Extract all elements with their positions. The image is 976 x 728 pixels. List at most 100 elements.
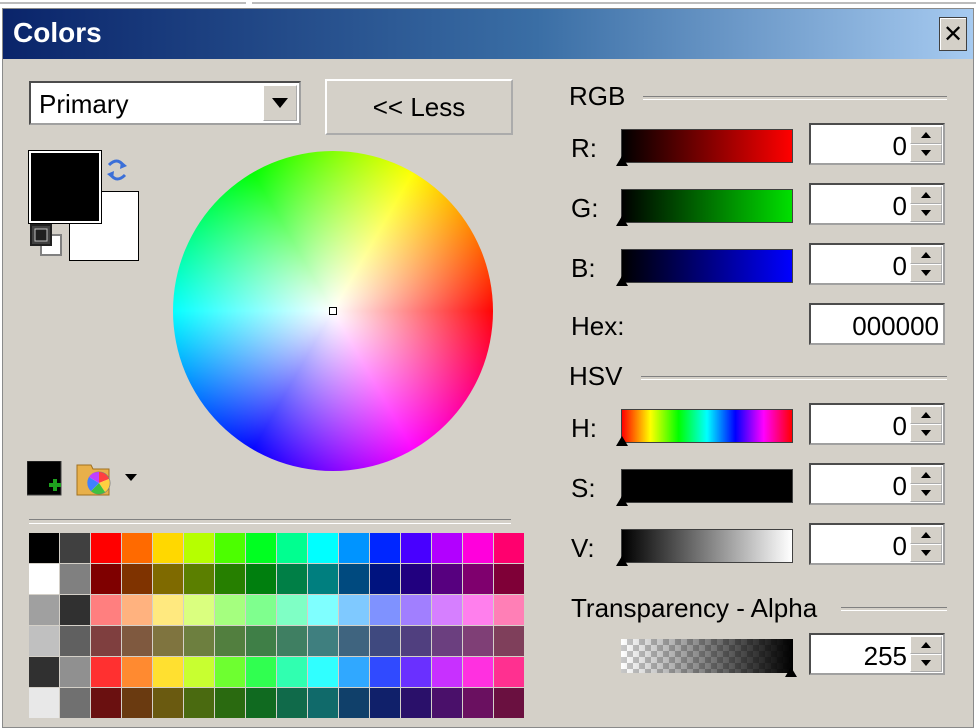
palette-swatch[interactable]	[60, 564, 90, 594]
palette-swatch[interactable]	[91, 688, 121, 718]
g-up-arrow-icon[interactable]	[910, 186, 942, 204]
palette-swatch[interactable]	[91, 533, 121, 563]
hex-input[interactable]: 000000	[809, 303, 945, 345]
palette-swatch[interactable]	[339, 595, 369, 625]
palette-swatch[interactable]	[494, 533, 524, 563]
palette-swatch[interactable]	[60, 688, 90, 718]
palette-swatch[interactable]	[122, 657, 152, 687]
palette-swatch[interactable]	[463, 533, 493, 563]
palette-swatch[interactable]	[29, 626, 59, 656]
color-wheel-marker[interactable]	[329, 307, 337, 315]
title-bar[interactable]: Colors ✕	[3, 9, 973, 59]
less-button[interactable]: << Less	[325, 79, 513, 135]
palette-swatch[interactable]	[339, 688, 369, 718]
g-down-arrow-icon[interactable]	[910, 204, 942, 222]
palette-swatch[interactable]	[215, 533, 245, 563]
palette-swatch[interactable]	[370, 564, 400, 594]
palette-swatch[interactable]	[153, 595, 183, 625]
alpha-down-arrow-icon[interactable]	[910, 654, 942, 672]
r-slider[interactable]	[616, 129, 793, 166]
palette-swatch[interactable]	[215, 657, 245, 687]
palette-swatch[interactable]	[153, 688, 183, 718]
v-spinbox[interactable]: 0	[809, 523, 945, 565]
h-spinbox[interactable]: 0	[809, 403, 945, 445]
palette-swatch[interactable]	[91, 595, 121, 625]
alpha-spinbox[interactable]: 255	[809, 633, 945, 675]
palette-swatch[interactable]	[122, 533, 152, 563]
palette-swatch[interactable]	[339, 626, 369, 656]
palette-swatch[interactable]	[29, 533, 59, 563]
s-slider[interactable]	[616, 469, 793, 506]
palette-swatch[interactable]	[308, 533, 338, 563]
palette-swatch[interactable]	[308, 688, 338, 718]
palette-swatch[interactable]	[184, 595, 214, 625]
r-spinbox[interactable]: 0	[809, 123, 945, 165]
palette-swatch[interactable]	[184, 533, 214, 563]
palette-swatch[interactable]	[246, 626, 276, 656]
b-spinbox[interactable]: 0	[809, 243, 945, 285]
add-to-palette-icon[interactable]	[27, 461, 63, 497]
g-slider-thumb[interactable]	[616, 216, 628, 226]
palette-swatch[interactable]	[370, 595, 400, 625]
palette-swatch[interactable]	[91, 626, 121, 656]
h-down-arrow-icon[interactable]	[910, 424, 942, 442]
r-down-arrow-icon[interactable]	[910, 144, 942, 162]
palette-swatch[interactable]	[370, 657, 400, 687]
palette-swatch[interactable]	[494, 688, 524, 718]
palette-swatch[interactable]	[401, 533, 431, 563]
h-slider-thumb[interactable]	[616, 436, 628, 446]
palette-swatch[interactable]	[494, 564, 524, 594]
palette-swatch[interactable]	[153, 657, 183, 687]
h-up-arrow-icon[interactable]	[910, 406, 942, 424]
palette-swatch[interactable]	[153, 626, 183, 656]
palette-swatch[interactable]	[184, 564, 214, 594]
palette-swatch[interactable]	[215, 688, 245, 718]
palette-swatch[interactable]	[463, 657, 493, 687]
palette-swatch[interactable]	[432, 657, 462, 687]
palette-swatch[interactable]	[401, 595, 431, 625]
h-slider[interactable]	[616, 409, 793, 446]
palette-swatch[interactable]	[339, 657, 369, 687]
palette-swatch[interactable]	[153, 564, 183, 594]
palette-swatch[interactable]	[215, 626, 245, 656]
palette-swatch[interactable]	[370, 688, 400, 718]
palette-swatch[interactable]	[91, 564, 121, 594]
palette-swatch[interactable]	[29, 595, 59, 625]
palette-swatch[interactable]	[184, 626, 214, 656]
palette-menu-chevron-icon[interactable]	[123, 469, 139, 485]
palette-swatch[interactable]	[184, 688, 214, 718]
palette-swatch[interactable]	[308, 595, 338, 625]
palette-swatch[interactable]	[308, 657, 338, 687]
palette-swatch[interactable]	[494, 657, 524, 687]
g-spinbox[interactable]: 0	[809, 183, 945, 225]
palette-swatch[interactable]	[277, 564, 307, 594]
palette-swatch[interactable]	[277, 626, 307, 656]
close-button[interactable]: ✕	[939, 17, 967, 51]
palette-swatch[interactable]	[277, 657, 307, 687]
b-up-arrow-icon[interactable]	[910, 246, 942, 264]
palette-swatch[interactable]	[432, 595, 462, 625]
palette-swatch[interactable]	[370, 533, 400, 563]
palette-swatch[interactable]	[370, 626, 400, 656]
palette-swatch[interactable]	[60, 595, 90, 625]
palette-swatch[interactable]	[153, 533, 183, 563]
palette-swatch[interactable]	[91, 657, 121, 687]
palette-swatch[interactable]	[463, 595, 493, 625]
palette-swatch[interactable]	[246, 657, 276, 687]
color-wheel[interactable]	[173, 151, 493, 471]
s-spinbox[interactable]: 0	[809, 463, 945, 505]
palette-swatch[interactable]	[463, 564, 493, 594]
palette-swatch[interactable]	[122, 626, 152, 656]
palette-swatch[interactable]	[339, 533, 369, 563]
palette-swatch[interactable]	[463, 688, 493, 718]
palette-swatch[interactable]	[29, 564, 59, 594]
palette-swatch[interactable]	[463, 626, 493, 656]
s-up-arrow-icon[interactable]	[910, 466, 942, 484]
v-down-arrow-icon[interactable]	[910, 544, 942, 562]
palette-swatch[interactable]	[432, 688, 462, 718]
alpha-up-arrow-icon[interactable]	[910, 636, 942, 654]
b-slider[interactable]	[616, 249, 793, 286]
palette-swatch[interactable]	[60, 533, 90, 563]
palette-swatch[interactable]	[494, 595, 524, 625]
palette-swatch[interactable]	[246, 564, 276, 594]
